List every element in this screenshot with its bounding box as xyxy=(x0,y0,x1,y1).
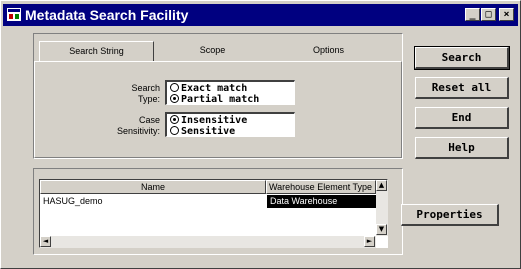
reset-all-button[interactable]: Reset all xyxy=(415,77,509,99)
maximize-icon: □ xyxy=(485,9,492,20)
scroll-right-button[interactable]: ► xyxy=(364,236,375,247)
tab-scope[interactable]: Scope xyxy=(155,41,270,61)
radio-label: Insensitive xyxy=(181,115,248,126)
search-button[interactable]: Search xyxy=(414,46,510,70)
radio-label: Exact match xyxy=(181,83,248,94)
scroll-left-button[interactable]: ◄ xyxy=(40,236,51,247)
tab-label: Search String xyxy=(69,46,124,56)
radio-unchecked-icon xyxy=(170,83,179,92)
search-type-label: Search Type: xyxy=(131,83,160,104)
radio-label: Partial match xyxy=(181,94,260,105)
close-icon: × xyxy=(503,9,510,20)
tab-search-string[interactable]: Search String xyxy=(39,41,154,61)
radio-checked-icon xyxy=(170,94,179,103)
scroll-down-icon: ▼ xyxy=(378,225,385,233)
scroll-up-button[interactable]: ▲ xyxy=(376,180,387,191)
app-icon xyxy=(7,8,21,21)
column-header-warehouse-element-type[interactable]: Warehouse Element Type xyxy=(266,180,376,194)
tab-label: Scope xyxy=(199,45,226,55)
scroll-right-icon: ► xyxy=(366,237,373,245)
radio-insensitive[interactable]: Insensitive xyxy=(170,115,247,126)
tab-options[interactable]: Options xyxy=(271,41,386,61)
radio-partial-match[interactable]: Partial match xyxy=(170,94,259,105)
maximize-button[interactable]: □ xyxy=(481,8,496,21)
window-title: Metadata Search Facility xyxy=(25,7,189,23)
scroll-down-button[interactable]: ▼ xyxy=(376,224,387,235)
radio-checked-icon xyxy=(170,115,179,124)
metadata-search-window: Metadata Search Facility _ □ × Search St… xyxy=(0,0,521,269)
scroll-left-icon: ◄ xyxy=(42,237,49,245)
minimize-icon: _ xyxy=(469,9,476,20)
tab-label: Options xyxy=(312,45,345,55)
minimize-button[interactable]: _ xyxy=(465,8,480,21)
search-type-radio-group: Exact match Partial match xyxy=(165,80,295,105)
properties-button[interactable]: Properties xyxy=(401,204,499,226)
radio-exact-match[interactable]: Exact match xyxy=(170,83,247,94)
help-button[interactable]: Help xyxy=(415,137,509,159)
case-sensitivity-radio-group: Insensitive Sensitive xyxy=(165,112,295,137)
column-header-name[interactable]: Name xyxy=(40,180,266,194)
radio-unchecked-icon xyxy=(170,126,179,135)
tab-content-search-string xyxy=(34,61,402,158)
close-button[interactable]: × xyxy=(499,8,514,21)
radio-sensitive[interactable]: Sensitive xyxy=(170,126,235,137)
title-bar[interactable]: Metadata Search Facility _ □ × xyxy=(3,4,518,26)
scroll-up-icon: ▲ xyxy=(378,181,385,189)
end-button[interactable]: End xyxy=(415,107,509,129)
horizontal-scrollbar[interactable] xyxy=(40,236,376,248)
case-sensitivity-label: Case Sensitivity: xyxy=(116,115,160,136)
results-list[interactable]: Name Warehouse Element Type HASUG_demo D… xyxy=(39,179,388,248)
table-row-name-cell[interactable]: HASUG_demo xyxy=(40,195,266,208)
table-row-type-cell[interactable]: Data Warehouse xyxy=(267,195,376,208)
radio-label: Sensitive xyxy=(181,126,236,137)
